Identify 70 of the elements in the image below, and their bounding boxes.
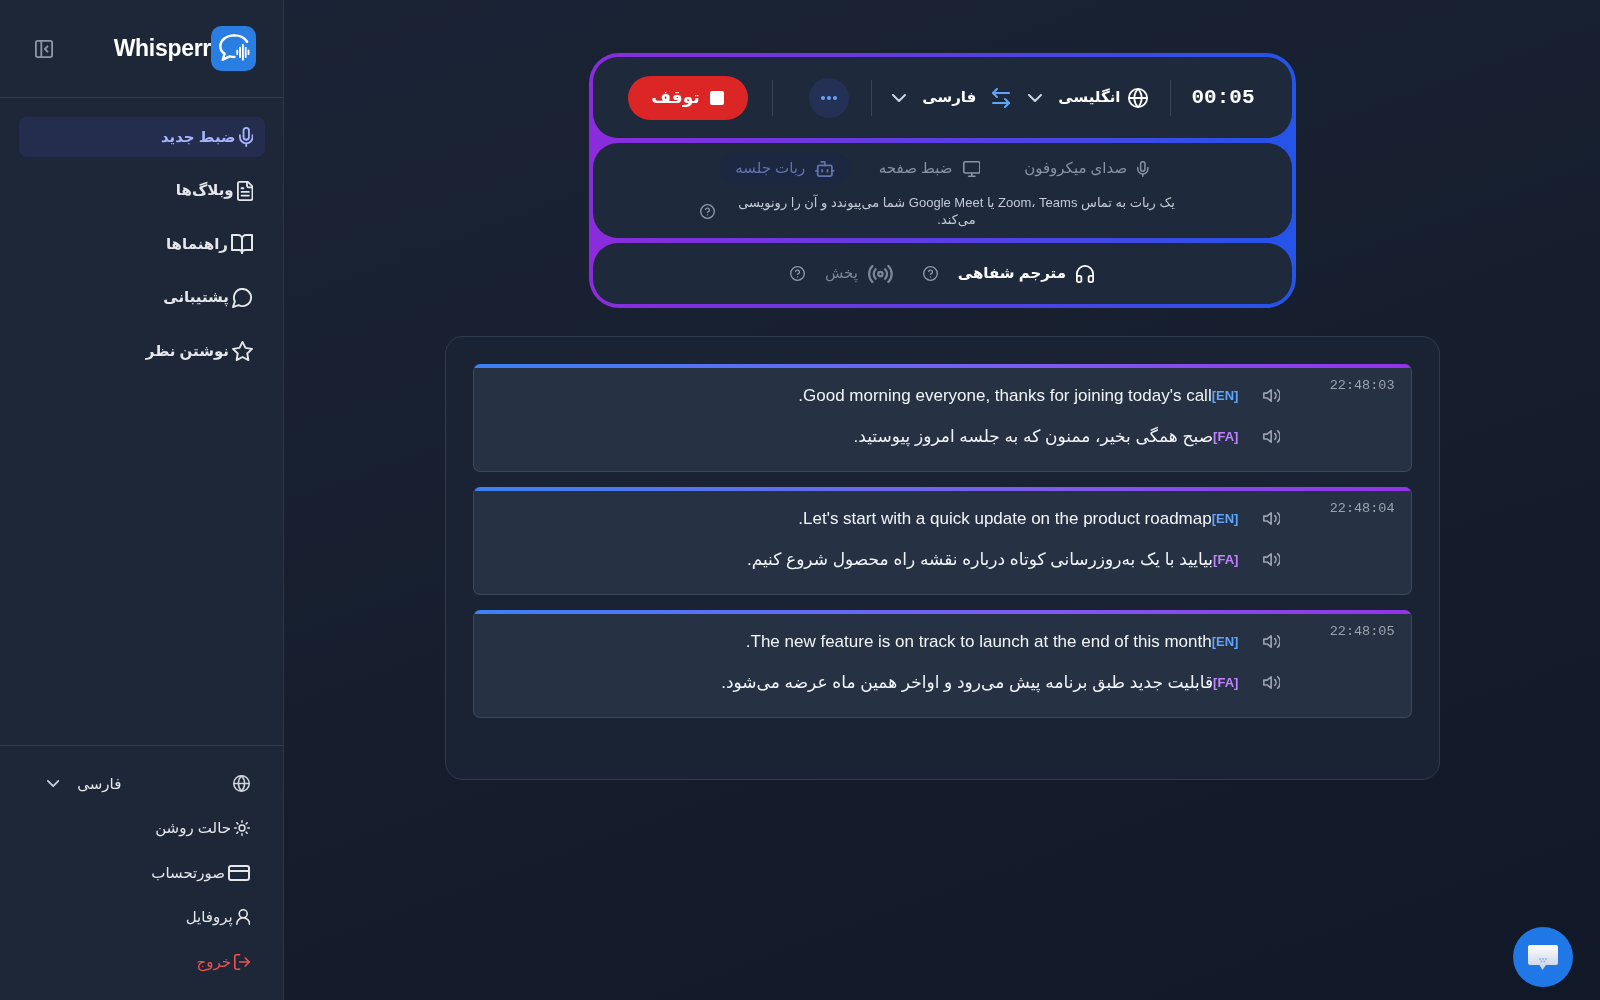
globe-icon bbox=[233, 775, 250, 793]
monitor-icon bbox=[962, 160, 981, 177]
transcript-text: Let's start with a quick update on the product roadmap. bbox=[798, 508, 1212, 530]
transcript-text: قابلیت جدید طبق برنامه پیش می‌رود و اواخر همین ماه عرضه می‌شود. bbox=[721, 671, 1214, 695]
chevron-down-icon bbox=[892, 93, 907, 102]
swap-icon[interactable] bbox=[992, 87, 1011, 108]
source-tab[interactable]: ضبط صفحه bbox=[863, 153, 996, 184]
broadcast-icon bbox=[867, 264, 893, 283]
document-icon bbox=[236, 180, 253, 201]
language-tag: [EN] bbox=[1211, 632, 1239, 652]
sidebar-item[interactable]: نوشتن نظر bbox=[19, 331, 265, 371]
source-description: یک ربات به تماس Zoom، Teams یا Google Meet شما می‌پیوندد و آن را رونویسی می‌کند. bbox=[737, 194, 1176, 228]
sidebar-item[interactable]: پشتیبانی bbox=[19, 277, 265, 318]
stop-square-icon bbox=[709, 90, 724, 105]
speaker-icon[interactable] bbox=[1263, 552, 1280, 566]
transcript-text: بیایید با یک به‌روزرسانی کوتاه درباره نقشه راه محصول شروع کنیم. bbox=[746, 548, 1214, 572]
language-tag: [FA] bbox=[1213, 426, 1239, 446]
person-icon bbox=[235, 909, 250, 926]
brand-name: Whisperr bbox=[113, 34, 211, 64]
sidebar-item[interactable]: ضبط جدید bbox=[19, 117, 265, 157]
sidebar-item[interactable]: راهنماها bbox=[19, 224, 265, 264]
speaker-icon[interactable] bbox=[1263, 429, 1280, 443]
logo-icon bbox=[211, 26, 256, 71]
mode-option[interactable]: پخش bbox=[825, 262, 893, 285]
sidebar-item[interactable]: وبلاگ‌ها bbox=[19, 170, 265, 211]
chevron-down-icon bbox=[1028, 93, 1043, 102]
star-icon bbox=[232, 341, 253, 361]
microphone-icon bbox=[238, 127, 253, 147]
speaker-icon[interactable] bbox=[1263, 512, 1280, 526]
globe-icon bbox=[1128, 87, 1149, 108]
language-tag: [FA] bbox=[1213, 549, 1239, 569]
logout-icon bbox=[234, 953, 250, 970]
language-dropdown[interactable]: فارسی bbox=[892, 86, 977, 109]
sidebar-link[interactable]: پروفایل bbox=[185, 906, 250, 929]
microphone-icon bbox=[1137, 160, 1149, 177]
language-dropdown[interactable]: انگلیسی bbox=[1028, 86, 1149, 109]
speaker-icon[interactable] bbox=[1263, 635, 1280, 649]
speaker-icon[interactable] bbox=[1263, 675, 1280, 689]
headphones-icon bbox=[1076, 264, 1094, 283]
speaker-icon[interactable] bbox=[1263, 389, 1280, 403]
transcript-text: صبح همگی بخیر، ممنون که به جلسه امروز پیوستید. bbox=[853, 425, 1214, 449]
stop-button[interactable]: توقف bbox=[627, 75, 748, 120]
language-dropdown[interactable]: فارسی bbox=[47, 772, 122, 795]
language-tag: [FA] bbox=[1213, 672, 1239, 692]
language-tag: [EN] bbox=[1211, 509, 1239, 529]
timestamp: 22:48:05 bbox=[1329, 624, 1395, 640]
book-icon bbox=[231, 234, 253, 254]
credit-card-icon bbox=[228, 864, 250, 881]
transcript-text: The new feature is on track to launch at the end of this month. bbox=[745, 631, 1212, 653]
speech-bubble-icon bbox=[232, 287, 253, 308]
mode-option[interactable]: مترجم شفاهی bbox=[957, 262, 1094, 285]
language-tag: [EN] bbox=[1211, 386, 1239, 406]
help-icon[interactable] bbox=[790, 266, 805, 281]
transcript-text: Good morning everyone, thanks for joining today's call. bbox=[798, 385, 1212, 407]
sun-icon bbox=[234, 820, 250, 837]
sidebar-toggle-icon[interactable] bbox=[35, 39, 53, 58]
help-icon[interactable] bbox=[922, 266, 938, 281]
source-tab[interactable]: صدای میکروفون bbox=[1009, 153, 1164, 184]
recording-timer: 00:05 bbox=[1191, 84, 1255, 111]
timestamp: 22:48:04 bbox=[1329, 501, 1395, 517]
chat-button[interactable] bbox=[1513, 927, 1573, 987]
robot-icon bbox=[815, 160, 835, 177]
help-icon[interactable] bbox=[700, 203, 715, 219]
timestamp: 22:48:03 bbox=[1329, 378, 1395, 394]
chat-bubble-icon bbox=[1527, 943, 1559, 971]
sidebar-link[interactable]: حالت روشن bbox=[155, 817, 250, 840]
sidebar-link[interactable]: صورتحساب bbox=[151, 861, 250, 884]
sidebar-link[interactable]: خروج bbox=[196, 950, 250, 973]
chevron-down-icon bbox=[47, 780, 60, 788]
more-icon bbox=[821, 95, 838, 100]
